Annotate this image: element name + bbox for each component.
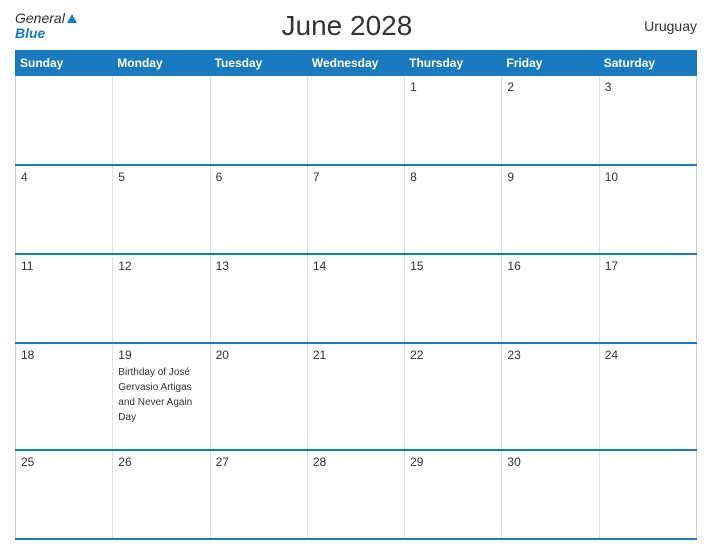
day-number: 30 <box>507 455 593 469</box>
day-number: 6 <box>216 170 302 184</box>
day-number: 17 <box>605 259 691 273</box>
day-number: 2 <box>507 80 593 94</box>
day-number: 13 <box>216 259 302 273</box>
calendar-title: June 2028 <box>77 10 617 42</box>
day-number: 27 <box>216 455 302 469</box>
day-number: 26 <box>118 455 204 469</box>
day-number: 21 <box>313 348 399 362</box>
header-thursday: Thursday <box>405 51 502 76</box>
day-number: 22 <box>410 348 496 362</box>
calendar-cell: 2 <box>502 76 599 165</box>
calendar-cell: 1 <box>405 76 502 165</box>
day-number: 1 <box>410 80 496 94</box>
day-number: 18 <box>21 348 107 362</box>
calendar-cell: 23 <box>502 343 599 450</box>
header-saturday: Saturday <box>599 51 696 76</box>
day-number: 19 <box>118 348 204 362</box>
logo-blue-text: Blue <box>15 26 77 41</box>
header-monday: Monday <box>113 51 210 76</box>
header: General Blue June 2028 Uruguay <box>15 10 697 42</box>
calendar-cell <box>16 76 113 165</box>
day-number: 8 <box>410 170 496 184</box>
calendar-cell: 21 <box>307 343 404 450</box>
header-friday: Friday <box>502 51 599 76</box>
day-number: 14 <box>313 259 399 273</box>
calendar-cell: 28 <box>307 450 404 539</box>
calendar-cell: 10 <box>599 165 696 254</box>
calendar-table: Sunday Monday Tuesday Wednesday Thursday… <box>15 50 697 540</box>
calendar-cell <box>210 76 307 165</box>
calendar-cell <box>307 76 404 165</box>
calendar-cell: 8 <box>405 165 502 254</box>
calendar-cell: 27 <box>210 450 307 539</box>
calendar-cell: 17 <box>599 254 696 343</box>
calendar-week-row: 11 12 13 14 15 16 17 <box>16 254 697 343</box>
day-number: 10 <box>605 170 691 184</box>
calendar-cell: 14 <box>307 254 404 343</box>
header-tuesday: Tuesday <box>210 51 307 76</box>
header-sunday: Sunday <box>16 51 113 76</box>
calendar-cell: 20 <box>210 343 307 450</box>
calendar-cell: 15 <box>405 254 502 343</box>
calendar-cell: 24 <box>599 343 696 450</box>
calendar-cell: 19 Birthday of José Gervasio Artigas and … <box>113 343 210 450</box>
day-number: 12 <box>118 259 204 273</box>
calendar-cell: 30 <box>502 450 599 539</box>
calendar-cell: 9 <box>502 165 599 254</box>
day-number: 11 <box>21 259 107 273</box>
calendar-cell: 6 <box>210 165 307 254</box>
logo: General Blue <box>15 11 77 42</box>
calendar-cell: 7 <box>307 165 404 254</box>
day-number: 9 <box>507 170 593 184</box>
logo-general-text: General <box>15 11 65 26</box>
day-number: 24 <box>605 348 691 362</box>
weekday-header-row: Sunday Monday Tuesday Wednesday Thursday… <box>16 51 697 76</box>
calendar-cell: 16 <box>502 254 599 343</box>
calendar-week-row: 123 <box>16 76 697 165</box>
day-number: 29 <box>410 455 496 469</box>
day-number: 28 <box>313 455 399 469</box>
calendar-cell: 5 <box>113 165 210 254</box>
calendar-week-row: 25 26 27 28 29 30 <box>16 450 697 539</box>
calendar-cell: 22 <box>405 343 502 450</box>
event-label: Birthday of José Gervasio Artigas and Ne… <box>118 367 192 423</box>
calendar-cell <box>113 76 210 165</box>
calendar-cell: 25 <box>16 450 113 539</box>
day-number: 16 <box>507 259 593 273</box>
calendar-cell: 13 <box>210 254 307 343</box>
day-number: 3 <box>605 80 691 94</box>
day-number: 23 <box>507 348 593 362</box>
calendar-cell: 3 <box>599 76 696 165</box>
day-number: 15 <box>410 259 496 273</box>
calendar-cell: 26 <box>113 450 210 539</box>
calendar-week-row: 18 19 Birthday of José Gervasio Artigas an… <box>16 343 697 450</box>
calendar-cell: 4 <box>16 165 113 254</box>
calendar-cell <box>599 450 696 539</box>
calendar-page: General Blue June 2028 Uruguay Sunday Mo… <box>0 0 712 550</box>
day-number: 7 <box>313 170 399 184</box>
day-number: 20 <box>216 348 302 362</box>
header-wednesday: Wednesday <box>307 51 404 76</box>
day-number: 5 <box>118 170 204 184</box>
calendar-week-row: 456789 10 <box>16 165 697 254</box>
day-number: 4 <box>21 170 107 184</box>
logo-triangle-icon <box>67 14 77 23</box>
calendar-cell: 11 <box>16 254 113 343</box>
calendar-cell: 18 <box>16 343 113 450</box>
day-number: 25 <box>21 455 107 469</box>
calendar-cell: 12 <box>113 254 210 343</box>
calendar-cell: 29 <box>405 450 502 539</box>
country-label: Uruguay <box>617 18 697 34</box>
